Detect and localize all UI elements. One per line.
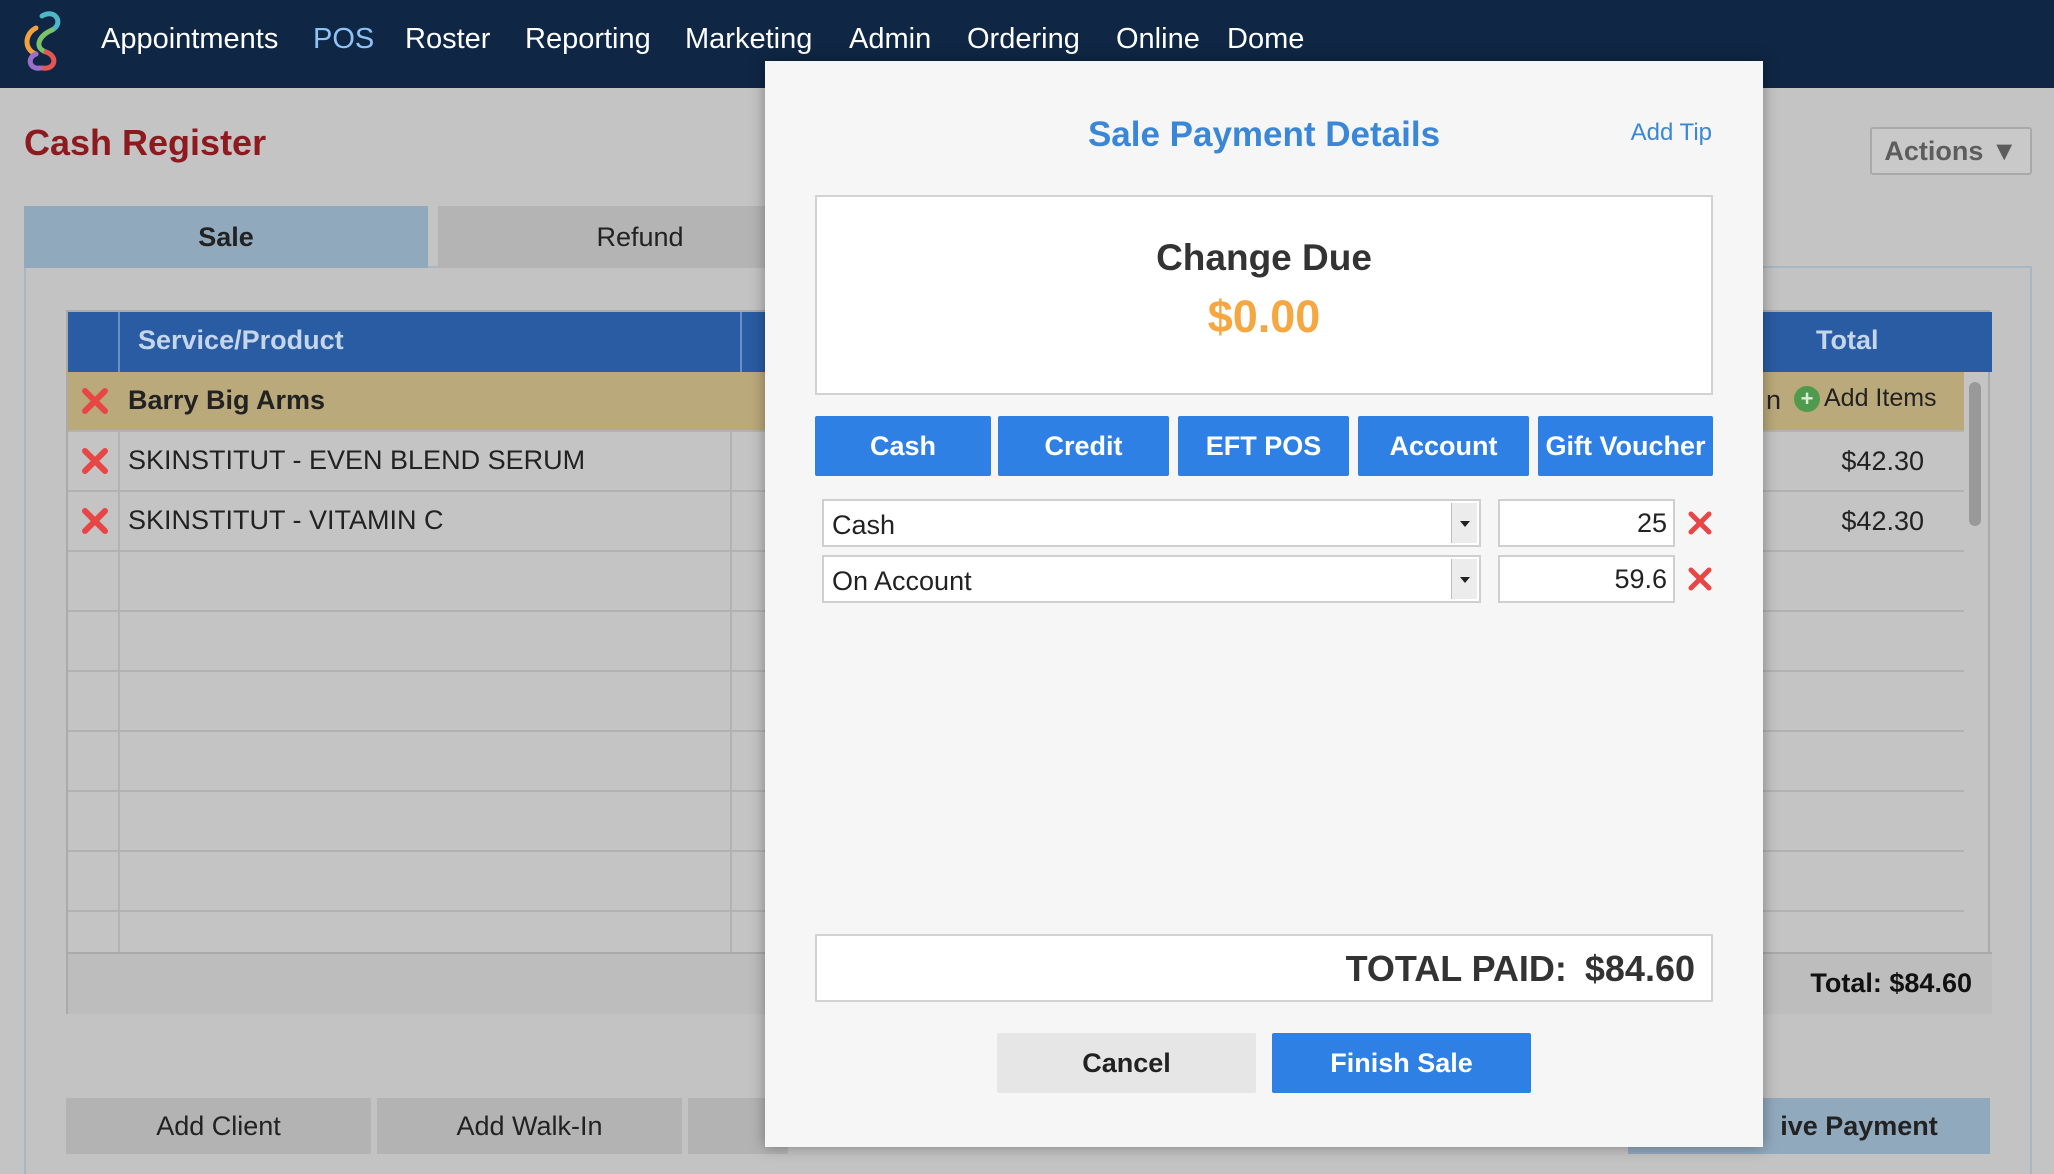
header-divider <box>740 312 742 372</box>
change-due-box: Change Due $0.00 <box>815 195 1713 395</box>
remove-item-icon[interactable] <box>80 446 110 476</box>
finish-sale-button[interactable]: Finish Sale <box>1272 1033 1531 1093</box>
scrollbar-thumb[interactable] <box>1969 382 1981 526</box>
remove-item-icon[interactable] <box>80 506 110 536</box>
gift-voucher-button[interactable]: Gift Voucher <box>1538 416 1713 476</box>
total-paid-box: TOTAL PAID: $84.60 <box>815 934 1713 1002</box>
nav-dome[interactable]: Dome <box>1227 18 1304 60</box>
cash-button[interactable]: Cash <box>815 416 991 476</box>
plus-circle-icon: + <box>1794 386 1820 413</box>
payment-method-select[interactable]: Cash <box>822 499 1481 547</box>
nav-admin[interactable]: Admin <box>849 18 931 60</box>
nav-reporting[interactable]: Reporting <box>525 18 651 60</box>
add-items-button[interactable]: + Add Items <box>1794 384 1937 413</box>
add-tip-link[interactable]: Add Tip <box>1631 119 1712 147</box>
nav-appointments[interactable]: Appointments <box>101 18 278 60</box>
column-header-service: Service/Product <box>138 325 344 355</box>
column-header-total: Total <box>1816 325 1879 355</box>
change-due-label: Change Due <box>1156 237 1372 278</box>
remove-payment-icon[interactable] <box>1686 509 1714 537</box>
sale-payment-modal: Sale Payment Details Add Tip Change Due … <box>765 61 1763 1147</box>
modal-title: Sale Payment Details <box>1087 115 1441 154</box>
payment-amount-input[interactable]: 59.6 <box>1498 555 1675 603</box>
app-logo-icon[interactable] <box>16 6 72 76</box>
add-walkin-button[interactable]: Add Walk-In <box>377 1098 682 1154</box>
payment-method-value: On Account <box>832 566 972 596</box>
payment-amount-input[interactable]: 25 <box>1498 499 1675 547</box>
nav-marketing[interactable]: Marketing <box>685 18 812 60</box>
dropdown-arrow-icon[interactable] <box>1451 559 1477 599</box>
add-items-label: Add Items <box>1824 384 1937 412</box>
tab-sale[interactable]: Sale <box>24 206 428 268</box>
eftpos-button[interactable]: EFT POS <box>1178 416 1349 476</box>
item-name: SKINSTITUT - VITAMIN C <box>128 505 444 535</box>
grid-total: Total: $84.60 <box>1810 968 1972 998</box>
total-paid: TOTAL PAID: $84.60 <box>1346 948 1695 990</box>
dropdown-arrow-icon[interactable] <box>1451 503 1477 543</box>
partial-column-text: n <box>1766 385 1782 415</box>
client-name: Barry Big Arms <box>128 385 326 415</box>
account-button[interactable]: Account <box>1358 416 1529 476</box>
item-total: $42.30 <box>1841 506 1924 536</box>
nav-ordering[interactable]: Ordering <box>967 18 1080 60</box>
grid-scrollbar[interactable] <box>1964 376 1986 948</box>
actions-button[interactable]: Actions ▼ <box>1870 127 2032 175</box>
total-paid-value: $84.60 <box>1584 948 1695 989</box>
remove-client-icon[interactable] <box>80 386 110 416</box>
total-paid-label: TOTAL PAID: <box>1345 948 1567 989</box>
page-title: Cash Register <box>24 122 267 163</box>
nav-online[interactable]: Online <box>1116 18 1200 60</box>
payment-method-value: Cash <box>832 510 896 540</box>
add-client-button[interactable]: Add Client <box>66 1098 371 1154</box>
nav-pos[interactable]: POS <box>313 18 374 60</box>
item-total: $42.30 <box>1841 446 1924 476</box>
header-divider <box>118 312 120 372</box>
remove-payment-icon[interactable] <box>1686 565 1714 593</box>
nav-roster[interactable]: Roster <box>405 18 490 60</box>
item-name: SKINSTITUT - EVEN BLEND SERUM <box>128 445 586 475</box>
cancel-button[interactable]: Cancel <box>997 1033 1256 1093</box>
change-due-amount: $0.00 <box>1207 291 1321 342</box>
payment-method-select[interactable]: On Account <box>822 555 1481 603</box>
credit-button[interactable]: Credit <box>998 416 1169 476</box>
